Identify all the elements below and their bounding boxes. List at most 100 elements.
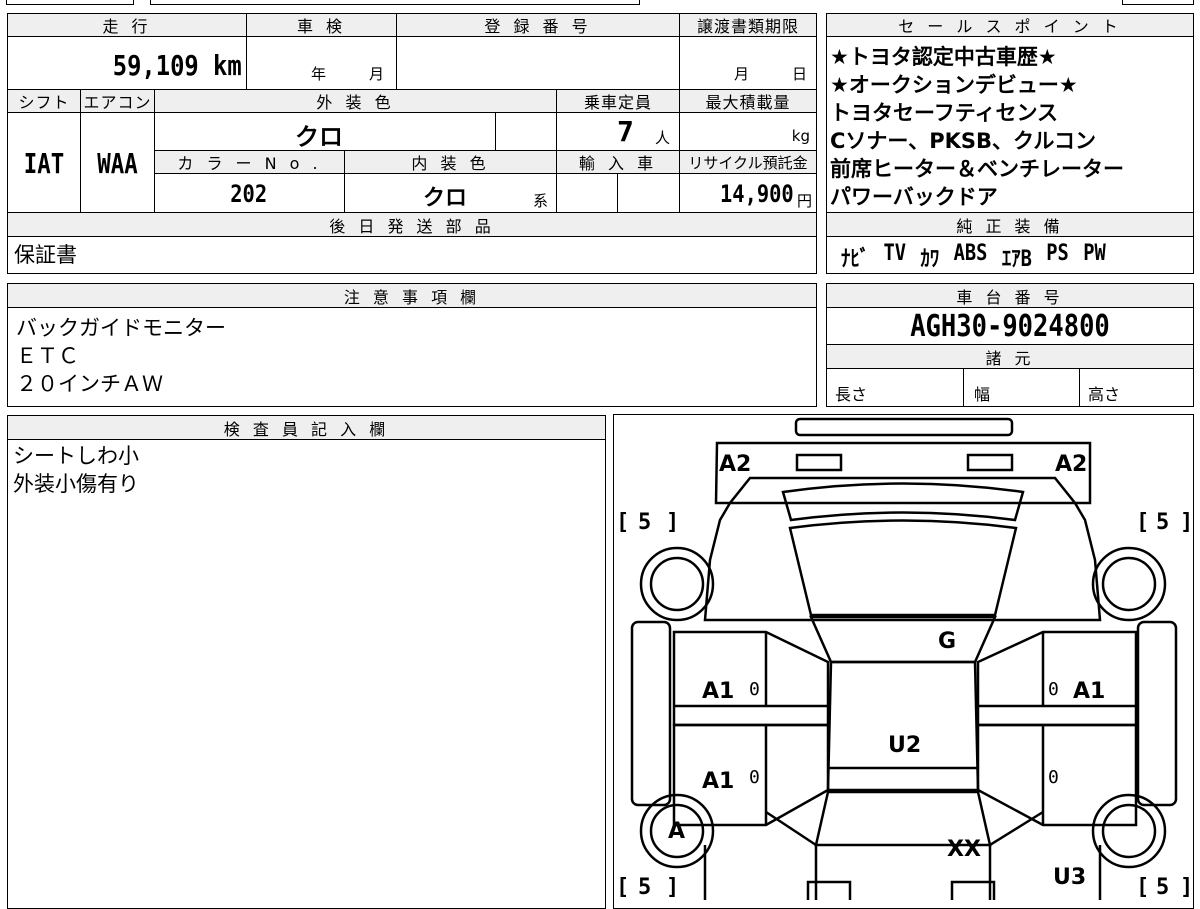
recycle-fee-cell: 14,900 円 — [679, 173, 817, 213]
sales-point-item: トヨタセーフティセンス — [830, 101, 1059, 125]
label-a-left-rear: A — [668, 819, 686, 844]
label-a2-left: A2 — [719, 452, 752, 477]
chassis-value: AGH30-9024800 — [910, 309, 1110, 344]
equipment-cell: ﾅﾋﾞ TV ｶﾜ ABS ｴｱB PS PW — [826, 236, 1194, 274]
later-parts-value: 保証書 — [14, 243, 77, 267]
equipment-item: ｶﾜ — [920, 247, 940, 272]
recycle-fee-header: リサイクル預託金 — [679, 150, 817, 174]
inspector-item: 外装小傷有り — [13, 472, 139, 496]
label-u2: U2 — [888, 733, 922, 758]
capacity-value: 7 — [617, 115, 634, 148]
max-load-cell: kg — [679, 112, 817, 151]
import-cell-a — [556, 173, 618, 213]
label-u3: U3 — [1053, 865, 1087, 890]
label-a1-left-rear: A1 — [702, 769, 735, 794]
later-parts-header: 後 日 発 送 部 品 — [7, 212, 817, 237]
sales-point-item: 前席ヒーター＆ベンチレーター — [830, 157, 1124, 181]
interior-color-cell: クロ 系 — [344, 173, 557, 213]
color-no-header: カ ラ ー N o . — [154, 150, 345, 174]
shift-value: IAT — [23, 147, 65, 180]
interior-color-suffix: 系 — [533, 192, 549, 210]
equipment-item: TV — [883, 241, 907, 266]
aircon-cell: WAA — [80, 112, 155, 213]
note-item: ２０インチＡＷ — [16, 372, 163, 396]
aircon-value: WAA — [97, 147, 138, 180]
mileage-header: 走 行 — [7, 13, 247, 37]
zero-left-rear: 0 — [749, 767, 760, 788]
tire-rr-value: 5 — [1156, 875, 1170, 900]
chassis-cell: AGH30-9024800 — [826, 307, 1194, 345]
equipment-list: ﾅﾋﾞ TV ｶﾜ ABS ｴｱB PS PW — [841, 241, 1106, 273]
color-no-value: 202 — [230, 180, 268, 208]
inspection-header: 車 検 — [246, 13, 397, 37]
later-parts-cell: 保証書 — [7, 236, 817, 274]
exterior-color-value: クロ — [295, 123, 343, 151]
zero-left-front: 0 — [749, 679, 760, 700]
registration-header: 登 録 番 号 — [396, 13, 680, 37]
tire-rl-value: 5 — [638, 875, 652, 900]
shift-header: シフト — [7, 89, 81, 113]
tire-fl-close: ] — [666, 510, 680, 535]
sales-point-item: パワーバックドア — [830, 185, 998, 209]
mileage-cell: 59,109 km — [7, 36, 247, 90]
recycle-fee-value: 14,900 — [720, 180, 794, 208]
transfer-month-unit: 月 — [734, 65, 750, 83]
spec-height-label: 高さ — [1088, 385, 1121, 404]
inspector-item: シートしわ小 — [13, 444, 139, 468]
inspection-cell: 年 月 — [246, 36, 397, 90]
sales-points-header: セ ー ル ス ポ イ ン ト — [826, 13, 1194, 37]
chassis-header: 車 台 番 号 — [826, 283, 1194, 308]
car-outline-diagram — [630, 417, 1178, 900]
spec-length-cell: 長さ — [826, 368, 964, 407]
tire-fr-close: ] — [1180, 510, 1194, 535]
transfer-deadline-cell: 月 日 — [679, 36, 817, 90]
inspection-month-unit: 月 — [369, 65, 385, 83]
interior-color-value: クロ — [423, 186, 468, 211]
transfer-deadline-header: 譲渡書類期限 — [679, 13, 817, 37]
interior-color-header: 内 装 色 — [344, 150, 557, 174]
sales-point-item: ★トヨタ認定中古車歴★ — [830, 45, 1057, 69]
label-a2-right: A2 — [1055, 452, 1088, 477]
tire-fl-value: 5 — [638, 510, 652, 535]
note-item: バックガイドモニター — [16, 316, 226, 340]
inspection-year-unit: 年 — [311, 65, 327, 83]
spec-length-label: 長さ — [835, 385, 868, 404]
exterior-color-cell: クロ — [154, 112, 496, 151]
equipment-header: 純 正 装 備 — [826, 212, 1194, 237]
inspector-box: シートしわ小 外装小傷有り — [7, 439, 606, 909]
top-strip — [0, 0, 1200, 7]
specs-header: 諸 元 — [826, 344, 1194, 369]
capacity-cell: 7 人 — [556, 112, 680, 151]
max-load-unit: kg — [791, 127, 810, 145]
tire-rl-close: ] — [666, 875, 680, 900]
capacity-unit: 人 — [655, 129, 671, 147]
tire-fr-value: 5 — [1156, 510, 1170, 535]
tire-fr-open: [ — [1136, 510, 1150, 535]
notes-header: 注 意 事 項 欄 — [7, 283, 817, 308]
car-diagram-box: A2 A2 [ 5 ] [ 5 ] G A1 0 0 A1 U2 A1 0 0 … — [613, 414, 1194, 909]
max-load-header: 最大積載量 — [679, 89, 817, 113]
inspector-header: 検 査 員 記 入 欄 — [7, 415, 606, 440]
zero-right-rear: 0 — [1048, 767, 1059, 788]
spec-width-label: 幅 — [974, 385, 991, 404]
label-xx: XX — [947, 837, 981, 862]
zero-right-front: 0 — [1048, 679, 1059, 700]
exterior-color-sub-cell — [495, 112, 557, 151]
import-header: 輸 入 車 — [556, 150, 680, 174]
spec-height-cell: 高さ — [1079, 368, 1194, 407]
label-g: G — [938, 629, 957, 654]
equipment-item: PS — [1046, 241, 1069, 266]
recycle-fee-unit: 円 — [796, 192, 812, 210]
sales-point-item: Cソナー、PKSB、クルコン — [830, 129, 1096, 153]
aircon-header: エアコン — [80, 89, 155, 113]
spec-width-cell: 幅 — [963, 368, 1080, 407]
exterior-color-header: 外 装 色 — [154, 89, 557, 113]
sales-points-box: ★トヨタ認定中古車歴★ ★オークションデビュー★ トヨタセーフティセンス Cソナ… — [826, 36, 1194, 213]
import-cell-b — [617, 173, 680, 213]
equipment-item: PW — [1083, 241, 1106, 266]
mileage-value: 59,109 km — [113, 49, 242, 82]
equipment-item: ﾅﾋﾞ — [841, 247, 870, 272]
equipment-item: ｴｱB — [1001, 247, 1032, 272]
notes-box: バックガイドモニター ＥＴＣ ２０インチＡＷ — [7, 307, 817, 407]
tire-rl-open: [ — [616, 875, 630, 900]
